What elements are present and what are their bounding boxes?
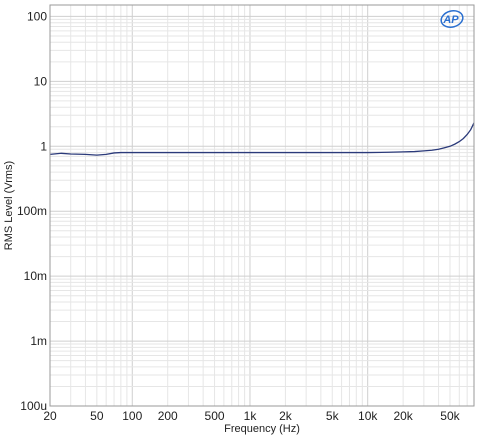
x-axis-label: Frequency (Hz): [224, 423, 300, 435]
x-tick-label: 200: [158, 409, 178, 423]
x-tick-label: 1k: [244, 409, 258, 423]
x-tick-labels: 20 50 100 200 500 1k 2k 5k 10k 20k 50k: [43, 409, 460, 423]
y-axis-label: RMS Level (Vrms): [3, 161, 15, 250]
y-tick-label: 10: [34, 74, 48, 88]
y-tick-label: 1: [40, 139, 47, 153]
x-tick-label: 500: [205, 409, 225, 423]
x-tick-label: 20k: [393, 409, 413, 423]
x-tick-label: 100: [122, 409, 142, 423]
y-tick-label: 100u: [20, 399, 47, 413]
x-tick-label: 2k: [279, 409, 293, 423]
x-tick-label: 10k: [358, 409, 378, 423]
x-tick-label: 50: [90, 409, 104, 423]
ap-logo-text: AP: [442, 14, 459, 26]
x-tick-label: 50k: [440, 409, 460, 423]
y-tick-label: 100m: [17, 204, 47, 218]
y-tick-label: 1m: [30, 334, 47, 348]
y-tick-label: 10m: [24, 269, 47, 283]
frequency-response-chart: 20 50 100 200 500 1k 2k 5k 10k 20k 50k 100101100m1…: [3, 4, 475, 435]
y-tick-labels: 100 10 1 100m 10m 1m 100u: [17, 9, 47, 413]
x-tick-label: 5k: [326, 409, 340, 423]
y-tick-label: 100: [27, 9, 47, 23]
